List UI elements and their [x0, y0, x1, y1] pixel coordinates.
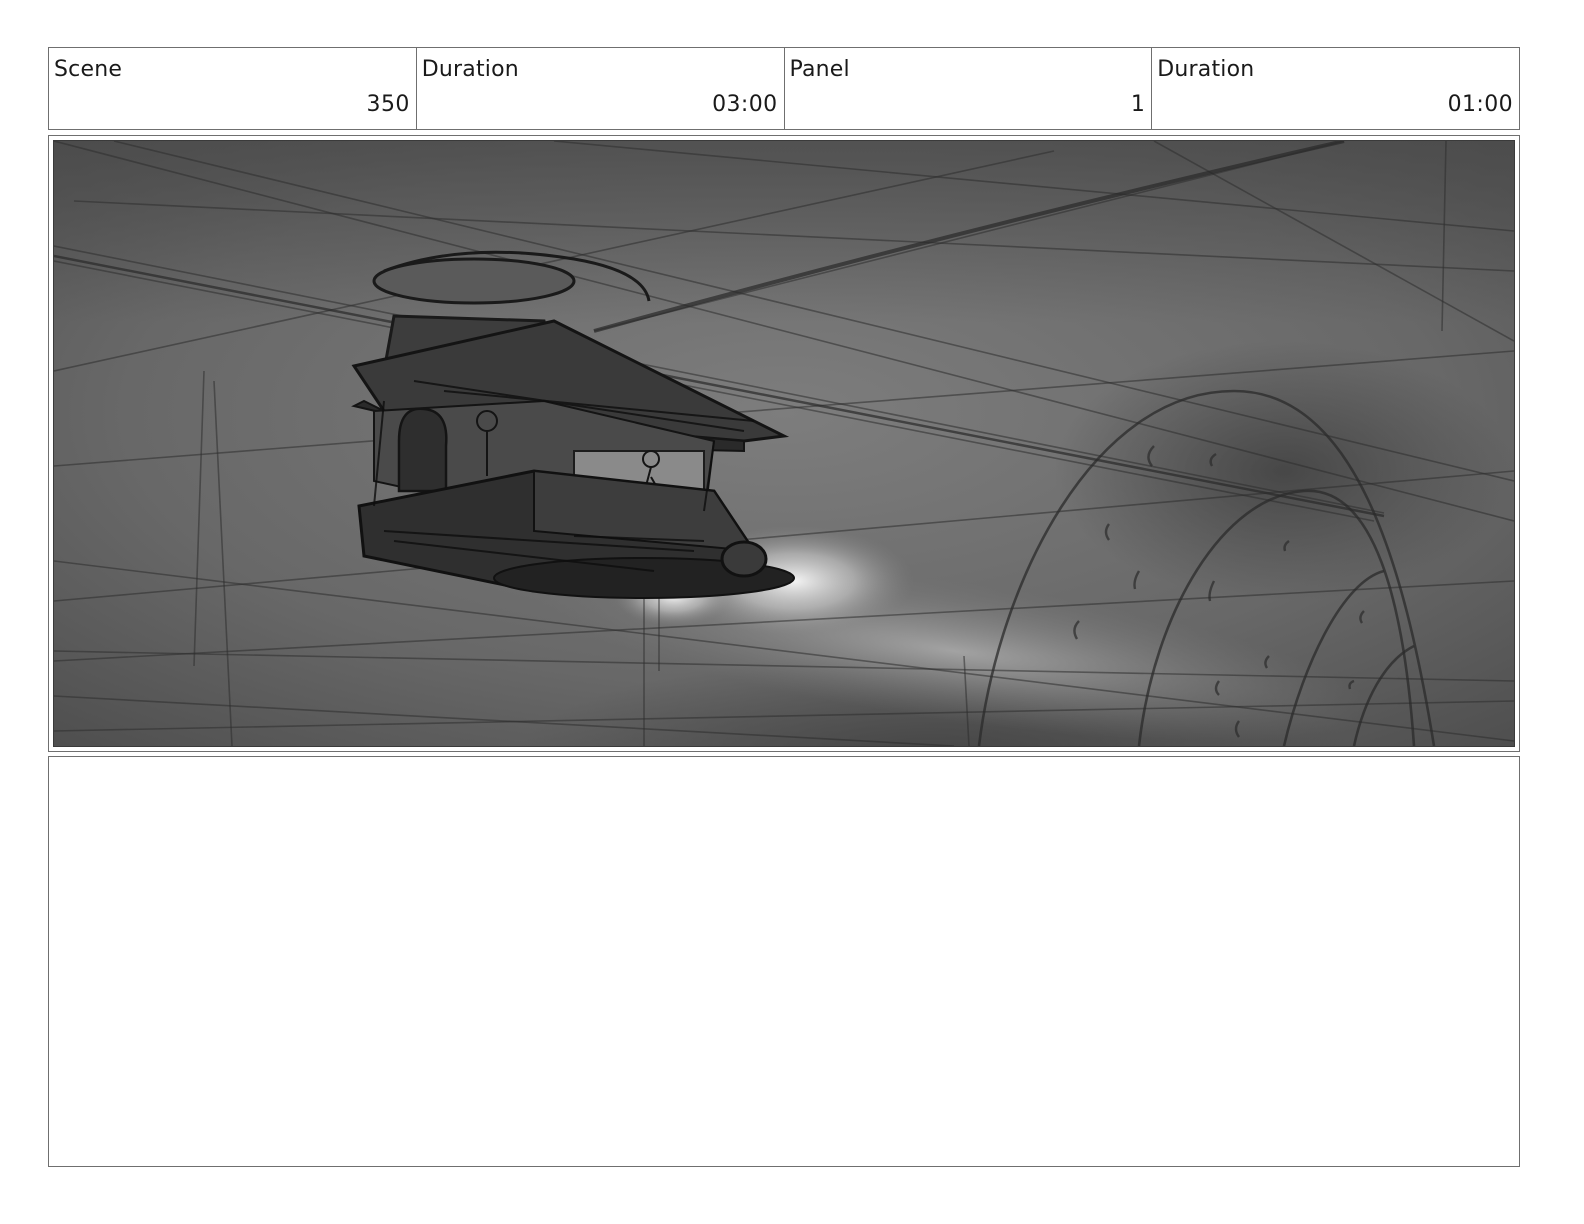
scene-duration-value: 03:00 — [712, 92, 778, 117]
scene-cell: Scene 350 — [49, 48, 417, 129]
storyboard-sketch — [53, 140, 1515, 747]
action-notes-box[interactable] — [48, 756, 1520, 1167]
panel-label: Panel — [789, 57, 850, 82]
panel-cell: Panel 1 — [785, 48, 1153, 129]
scene-label: Scene — [54, 57, 123, 82]
panel-duration-cell: Duration 01:00 — [1152, 48, 1519, 129]
sketch-drawing — [54, 141, 1514, 746]
scene-duration-cell: Duration 03:00 — [417, 48, 785, 129]
storyboard-panel-frame — [48, 135, 1520, 752]
panel-duration-value: 01:00 — [1447, 92, 1513, 117]
scene-number: 350 — [366, 92, 410, 117]
scene-duration-label: Duration — [421, 57, 519, 82]
panel-number: 1 — [1130, 92, 1146, 117]
panel-duration-label: Duration — [1157, 57, 1255, 82]
storyboard-header: Scene 350 Duration 03:00 Panel 1 Duratio… — [48, 47, 1520, 130]
